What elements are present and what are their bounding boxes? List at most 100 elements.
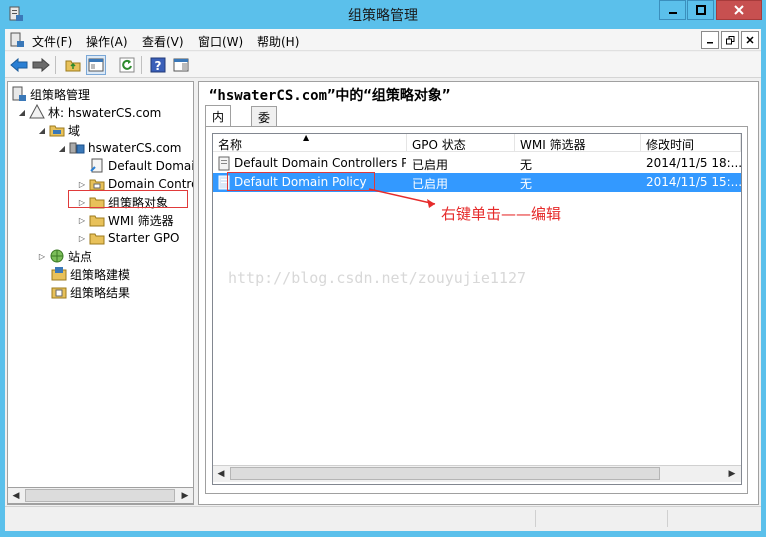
scrollbar-thumb[interactable] — [230, 467, 660, 480]
console-tree: 组策略管理 ◢ 林: hswaterCS.com ◢ 域 ◢ hswaterCS… — [7, 81, 194, 505]
mdi-close-button[interactable] — [741, 31, 759, 49]
scroll-left-icon[interactable]: ◀ — [213, 466, 229, 481]
forward-button[interactable] — [31, 55, 51, 75]
status-bar — [5, 506, 761, 529]
refresh-icon — [119, 57, 135, 73]
tree-item-gp-results[interactable]: 组策略结果 — [51, 283, 130, 301]
folder-up-icon — [65, 60, 81, 72]
column-header-name[interactable]: 名称 ▲ — [213, 134, 407, 152]
tree-item-label: 域 — [68, 123, 81, 138]
collapse-icon[interactable]: ◢ — [17, 108, 27, 117]
minimize-icon — [668, 12, 677, 14]
menu-window[interactable]: 窗口(W) — [198, 33, 243, 50]
forward-arrow-icon — [32, 57, 50, 73]
tree-item-domains[interactable]: ◢ 域 — [37, 121, 80, 139]
mdi-minimize-button[interactable] — [701, 31, 719, 49]
tree-item-gpm-root[interactable]: 组策略管理 — [11, 85, 90, 103]
maximize-icon — [695, 5, 706, 15]
gpm-root-icon — [12, 86, 26, 101]
cell-modified: 2014/11/5 15:... — [646, 175, 741, 189]
tree-item-label: 林: hswaterCS.com — [48, 105, 162, 120]
result-pane-header: “hswaterCS.com”中的“组策略对象” — [199, 82, 758, 104]
menu-help[interactable]: 帮助(H) — [257, 33, 299, 50]
tree-item-label: 组策略管理 — [30, 87, 91, 102]
scroll-right-icon[interactable]: ▶ — [177, 488, 193, 503]
cell-gpo-status: 已启用 — [412, 158, 449, 172]
column-header-gpo-status[interactable]: GPO 状态 — [407, 134, 515, 152]
tree-item-gp-modeling[interactable]: 组策略建模 — [51, 265, 130, 283]
tab-delegation[interactable]: 委派 — [251, 106, 278, 142]
menu-view[interactable]: 查看(V) — [142, 33, 184, 50]
watermark: http://blog.csdn.net/zouyujie1127 — [228, 269, 527, 287]
table-row[interactable]: Default Domain Controllers Policy 已启用 无 … — [213, 154, 741, 173]
tree-item-forest[interactable]: ◢ 林: hswaterCS.com — [17, 103, 161, 121]
show-action-pane-button[interactable] — [171, 55, 191, 75]
scrollbar-thumb[interactable] — [25, 489, 175, 502]
tree-item-wmi-filters[interactable]: ▷ WMI 筛选器 — [77, 211, 174, 229]
menu-bar: 文件(F) 操作(A) 查看(V) 窗口(W) 帮助(H) — [5, 29, 761, 51]
gpo-link-icon — [90, 158, 103, 173]
toolbar: ? — [5, 52, 761, 78]
menu-action[interactable]: 操作(A) — [86, 33, 128, 50]
restore-icon — [725, 35, 734, 44]
help-icon: ? — [150, 57, 166, 73]
column-header-label: 名称 — [218, 138, 243, 152]
folder-icon — [89, 233, 105, 245]
expand-icon[interactable]: ▷ — [77, 216, 87, 225]
tree-item-sites[interactable]: ▷ 站点 — [37, 247, 92, 265]
list-horizontal-scrollbar[interactable]: ◀ ▶ — [213, 465, 741, 482]
results-icon — [51, 287, 67, 299]
cell-modified: 2014/11/5 18:... — [646, 156, 741, 170]
status-cell — [667, 510, 759, 527]
menu-file[interactable]: 文件(F) — [32, 33, 72, 50]
window-title: 组策略管理 — [348, 8, 418, 24]
toolbar-separator — [55, 56, 56, 74]
up-one-level-button[interactable] — [63, 55, 83, 75]
tree-item-starter-gpo[interactable]: ▷ Starter GPO — [77, 229, 180, 247]
scroll-left-icon[interactable]: ◀ — [8, 488, 24, 503]
list-header: 名称 ▲ GPO 状态 WMI 筛选器 修改时间 — [213, 134, 741, 152]
tree-item-default-domain-policy[interactable]: Default Domain Policy — [89, 157, 193, 175]
expand-icon[interactable]: ▷ — [37, 252, 47, 261]
back-arrow-icon — [10, 57, 28, 73]
tab-contents[interactable]: 内容 — [205, 105, 232, 141]
close-icon — [734, 5, 744, 15]
gpo-list: 名称 ▲ GPO 状态 WMI 筛选器 修改时间 Default Domain … — [212, 133, 742, 485]
maximize-button[interactable] — [687, 0, 714, 20]
annotation-text: 右键单击——编辑 — [441, 205, 562, 223]
scroll-right-icon[interactable]: ▶ — [724, 466, 740, 481]
column-header-wmi-filter[interactable]: WMI 筛选器 — [515, 134, 641, 152]
collapse-icon[interactable]: ◢ — [57, 144, 67, 153]
refresh-button[interactable] — [117, 55, 137, 75]
mdi-restore-button[interactable] — [721, 31, 739, 49]
collapse-icon[interactable]: ◢ — [37, 126, 47, 135]
close-button[interactable] — [716, 0, 762, 20]
domains-folder-icon — [49, 125, 65, 137]
tree-item-label: 组策略建模 — [70, 267, 131, 282]
show-hide-console-tree-button[interactable] — [86, 55, 106, 75]
forest-icon — [29, 104, 45, 119]
mdi-window-controls — [699, 31, 759, 49]
mdi-document-icon — [10, 32, 24, 47]
sort-ascending-icon: ▲ — [303, 134, 310, 142]
expand-icon[interactable]: ▷ — [77, 180, 87, 189]
column-header-modified[interactable]: 修改时间 — [641, 134, 741, 152]
cell-wmi-filter: 无 — [520, 177, 533, 191]
tree-item-domain-hswatercs[interactable]: ◢ hswaterCS.com — [57, 139, 182, 157]
cell-wmi-filter: 无 — [520, 158, 533, 172]
highlight-box-default-domain-policy — [227, 172, 375, 191]
minimize-button[interactable] — [659, 0, 686, 20]
back-button[interactable] — [9, 55, 29, 75]
tree-item-label: Default Domain Policy — [108, 159, 193, 173]
title-bar[interactable]: 组策略管理 — [0, 0, 766, 29]
modeling-icon — [51, 267, 67, 281]
help-button[interactable]: ? — [148, 55, 168, 75]
status-cell — [535, 510, 665, 527]
expand-icon[interactable]: ▷ — [77, 234, 87, 243]
client-area: 文件(F) 操作(A) 查看(V) 窗口(W) 帮助(H) ? 组策略管理 ◢ … — [5, 29, 761, 531]
domain-icon — [69, 142, 85, 154]
tree-horizontal-scrollbar[interactable]: ◀ ▶ — [7, 487, 194, 504]
close-icon — [746, 36, 754, 44]
tree-item-label: 组策略结果 — [70, 285, 131, 300]
app-window: 组策略管理 文件(F) 操作(A) 查看(V) 窗口(W) 帮助(H) ? 组策… — [0, 0, 766, 537]
